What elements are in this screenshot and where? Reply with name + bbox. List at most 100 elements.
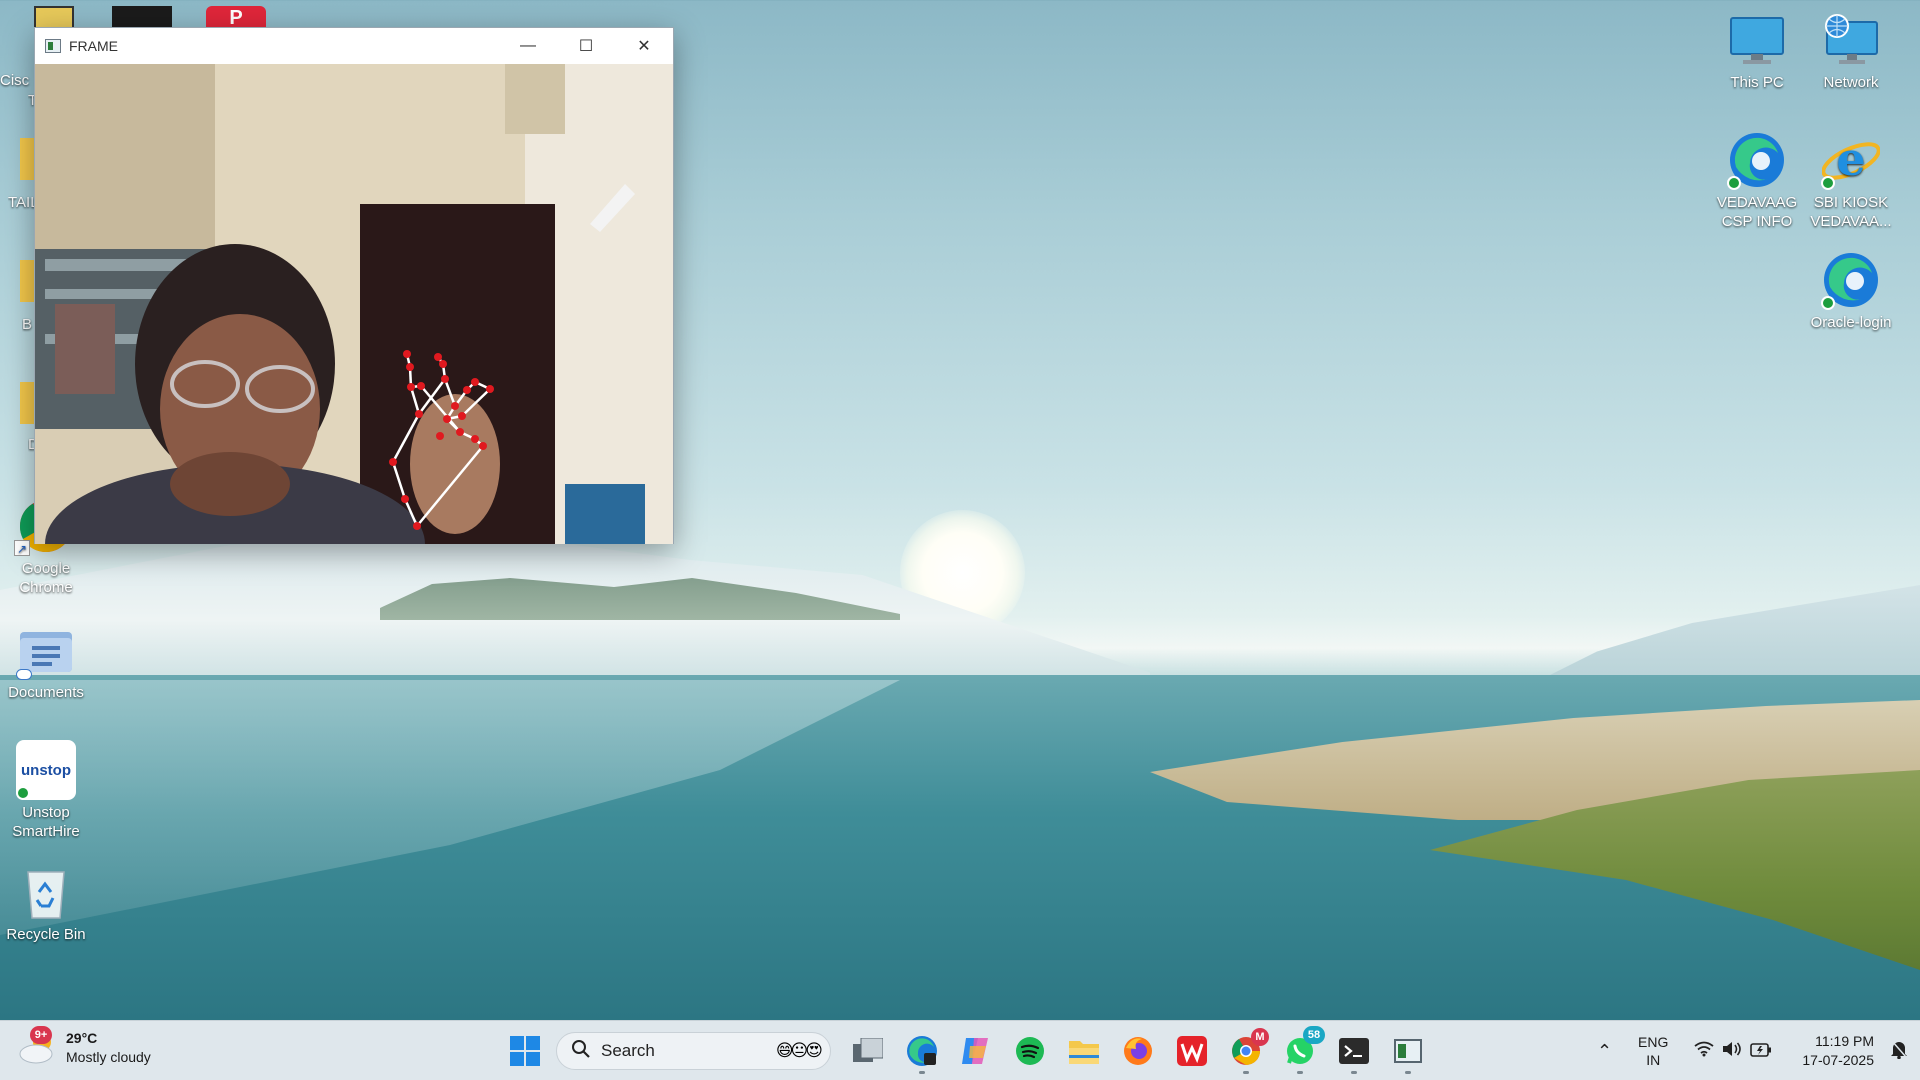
volume-icon[interactable] (1722, 1041, 1742, 1062)
wallpaper-trees (380, 578, 900, 620)
desktop-icon-label: Documents (8, 684, 84, 701)
taskbar-wps-office[interactable] (1167, 1026, 1217, 1076)
partial-label-cisco[interactable]: Cisc (0, 72, 36, 89)
taskbar-search[interactable]: Search 😄😐😍 (556, 1032, 831, 1070)
minimize-button[interactable]: — (499, 28, 557, 64)
hand-connection (391, 461, 407, 500)
taskbar-chrome[interactable]: M (1221, 1026, 1271, 1076)
close-button[interactable]: ✕ (615, 28, 673, 64)
weather-condition: Mostly cloudy (66, 1049, 151, 1065)
system-tray: ⌃ ENG IN 11:19 PM 17-07-2025 (1593, 1021, 1920, 1080)
camera-frame-window[interactable]: FRAME — ☐ ✕ (34, 27, 674, 544)
desktop-icon-unstop-smarthire[interactable]: unstop Unstop SmartHire (1, 740, 91, 841)
edge-icon (1727, 130, 1787, 190)
hand-landmark-point (401, 495, 409, 503)
taskbar-terminal[interactable] (1329, 1026, 1379, 1076)
monitor-icon (1727, 10, 1787, 70)
desktop-icon-label: Oracle-login (1810, 314, 1892, 331)
hand-landmark-point (441, 375, 449, 383)
hand-landmark-point (443, 415, 451, 423)
hand-landmark-overlay (389, 350, 494, 530)
wallpaper-right-hills (1540, 585, 1920, 680)
hand-landmark-point (415, 410, 423, 418)
folder-icon (1069, 1041, 1099, 1064)
hand-landmark-point (413, 522, 421, 530)
wifi-icon[interactable] (1694, 1041, 1714, 1062)
desktop-icon-vedavaag-csp-info[interactable]: VEDAVAAG CSP INFO (1712, 130, 1802, 231)
weather-temperature: 29°C (66, 1030, 98, 1046)
desktop-icon-label: VEDAVAAG CSP INFO (1716, 194, 1798, 230)
taskbar: 9+ 29°C Mostly cloudy Search 😄😐😍 M 58 ⌃ … (0, 1020, 1920, 1080)
sync-status-icon (1727, 176, 1741, 190)
cloud-status-icon (16, 669, 32, 680)
desktop-icon-this-pc[interactable]: This PC (1712, 10, 1802, 92)
sync-status-icon (1821, 296, 1835, 310)
running-indicator (919, 1071, 925, 1074)
battery-charging-icon[interactable] (1750, 1041, 1772, 1062)
whatsapp-unread-badge: 58 (1303, 1026, 1325, 1044)
hand-landmark-point (434, 353, 442, 361)
desktop-icon-label: Unstop SmartHire (12, 804, 80, 840)
clock-time: 11:19 PM (1815, 1033, 1874, 1049)
recycle-bin-icon (16, 862, 76, 922)
chrome-profile-badge: M (1251, 1028, 1269, 1046)
hand-landmark-point (486, 385, 494, 393)
desktop-icon-network[interactable]: Network (1806, 10, 1896, 92)
start-button[interactable] (500, 1026, 550, 1076)
running-indicator (1243, 1071, 1249, 1074)
hand-landmark-point (403, 350, 411, 358)
desktop-icon-recycle-bin[interactable]: Recycle Bin (1, 862, 91, 944)
region-code: IN (1646, 1052, 1661, 1068)
hand-landmark-point (417, 382, 425, 390)
taskbar-python-frame[interactable] (1383, 1026, 1433, 1076)
weather-alert-badge: 9+ (30, 1026, 52, 1044)
sync-status-icon (16, 786, 30, 800)
hand-landmark-point (471, 435, 479, 443)
desktop-icon-label: SBI KIOSK VEDAVAA... (1810, 194, 1892, 230)
hand-connection (443, 378, 457, 407)
hand-landmark-point (479, 442, 487, 450)
internet-explorer-icon: e (1821, 130, 1881, 190)
chevron-up-icon[interactable]: ⌃ (1597, 1041, 1612, 1062)
webcam-feed (35, 64, 673, 544)
desktop-icon-oracle-login[interactable]: Oracle-login (1806, 250, 1896, 332)
maximize-button[interactable]: ☐ (557, 28, 615, 64)
search-emoji-highlight: 😄😐😍 (775, 1041, 823, 1060)
taskbar-firefox[interactable] (1113, 1026, 1163, 1076)
taskbar-edge-beta[interactable] (897, 1026, 947, 1076)
app-window-icon (45, 39, 61, 53)
desktop-icon-label: This PC (1730, 74, 1784, 91)
window-titlebar[interactable]: FRAME — ☐ ✕ (35, 28, 673, 64)
firefox-icon (1124, 1037, 1152, 1065)
search-label: Search (601, 1041, 655, 1060)
svg-text:e: e (1836, 132, 1865, 186)
taskbar-spotify[interactable] (1005, 1026, 1055, 1076)
hand-landmark-point (456, 428, 464, 436)
taskbar-whatsapp[interactable]: 58 (1275, 1026, 1325, 1076)
hand-connection (409, 386, 421, 415)
notification-bell-icon[interactable] (1890, 1039, 1908, 1064)
wallpaper-snowy-hills (0, 530, 1150, 680)
taskbar-task-view[interactable] (843, 1026, 893, 1076)
spotify-icon (1016, 1037, 1044, 1065)
terminal-icon (1339, 1038, 1369, 1064)
hand-connection (391, 413, 421, 463)
weather-widget[interactable]: 9+ 29°C Mostly cloudy (18, 1026, 151, 1067)
hand-connection (403, 498, 419, 527)
copilot-icon (962, 1038, 988, 1064)
hand-landmark-point (406, 363, 414, 371)
edge-beta-icon (907, 1036, 937, 1066)
hand-landmark-point (407, 383, 415, 391)
window-title: FRAME (69, 38, 118, 54)
taskbar-copilot[interactable] (951, 1026, 1001, 1076)
desktop-icon-sbi-kiosk[interactable]: e SBI KIOSK VEDAVAA... (1806, 130, 1896, 231)
hand-landmark-point (471, 378, 479, 386)
wallpaper-dry-grass (1150, 700, 1920, 820)
taskbar-file-explorer[interactable] (1059, 1026, 1109, 1076)
language-indicator[interactable]: ENG IN (1638, 1033, 1668, 1069)
clock[interactable]: 11:19 PM 17-07-2025 (1802, 1032, 1874, 1070)
wallpaper-sun (900, 510, 1025, 635)
edge-icon (1821, 250, 1881, 310)
hand-landmark-point (463, 386, 471, 394)
desktop-icon-documents[interactable]: Documents (1, 620, 91, 702)
